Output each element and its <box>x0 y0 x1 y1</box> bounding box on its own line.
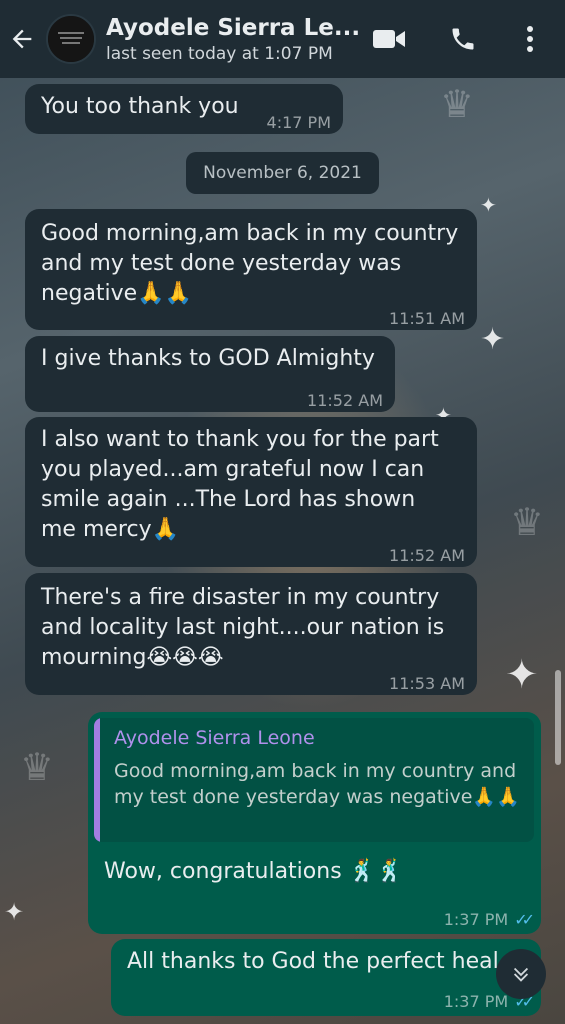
chat-header: Ayodele Sierra Le... last seen today at … <box>0 0 565 78</box>
sparkle-icon: ✦ <box>480 193 497 217</box>
quote-bar <box>94 718 100 842</box>
scrollbar[interactable] <box>555 670 561 765</box>
back-arrow-icon <box>12 29 32 49</box>
crown-icon: ♛ <box>440 82 475 126</box>
last-seen-status: last seen today at 1:07 PM <box>106 43 333 64</box>
message-time: 1:37 PM <box>443 992 509 1011</box>
message-time: 11:53 AM <box>389 674 465 693</box>
message-incoming[interactable]: Good morning,am back in my country and m… <box>25 209 477 330</box>
avatar[interactable] <box>46 14 96 64</box>
scroll-to-bottom-button[interactable] <box>496 949 546 999</box>
message-incoming[interactable]: There's a fire disaster in my country an… <box>25 573 477 695</box>
message-text: All thanks to God the perfect heal <box>127 949 499 974</box>
back-button[interactable] <box>0 0 44 78</box>
quote-text: Good morning,am back in my country and m… <box>114 760 520 808</box>
sparkle-icon: ✦ <box>480 322 506 357</box>
voice-call-icon <box>452 28 474 50</box>
sparkle-icon: ✦ <box>505 652 539 698</box>
message-text: I also want to thank you for the part yo… <box>41 427 439 542</box>
message-time: 1:37 PM <box>443 910 509 929</box>
more-options-button[interactable] <box>512 0 548 78</box>
crown-icon: ♛ <box>20 745 55 789</box>
contact-name: Ayodele Sierra Le... <box>106 14 361 41</box>
contact-info[interactable]: Ayodele Sierra Le... last seen today at … <box>106 15 366 64</box>
message-text: You too thank you <box>41 94 239 119</box>
video-call-button[interactable] <box>366 0 412 78</box>
message-incoming[interactable]: You too thank you 4:17 PM <box>25 84 343 134</box>
avatar-image <box>48 16 94 62</box>
date-divider: November 6, 2021 <box>186 152 379 194</box>
message-time: 11:52 AM <box>389 546 465 565</box>
double-chevron-down-icon <box>513 967 529 982</box>
message-text: I give thanks to GOD Almighty <box>41 346 375 371</box>
more-options-icon <box>527 26 533 52</box>
message-time: 4:17 PM <box>266 113 331 132</box>
message-time: 11:51 AM <box>389 309 465 328</box>
message-text: There's a fire disaster in my country an… <box>41 585 445 670</box>
reply-quote[interactable]: Ayodele Sierra Leone Good morning,am bac… <box>94 718 534 842</box>
read-ticks-icon: ✓✓ <box>514 910 535 929</box>
message-status: 1:37 PM ✓✓ <box>443 905 535 935</box>
crown-icon: ♛ <box>510 500 545 544</box>
voice-call-button[interactable] <box>440 0 486 78</box>
message-text: Wow, congratulations 🕺🕺 <box>104 859 404 884</box>
message-incoming[interactable]: I give thanks to GOD Almighty 11:52 AM <box>25 336 395 412</box>
message-text: Good morning,am back in my country and m… <box>41 221 459 306</box>
message-time: 11:52 AM <box>307 391 383 410</box>
quote-author: Ayodele Sierra Leone <box>114 727 315 749</box>
video-call-icon <box>373 30 405 48</box>
sparkle-icon: ✦ <box>4 898 25 926</box>
message-incoming[interactable]: I also want to thank you for the part yo… <box>25 417 477 567</box>
message-outgoing[interactable]: All thanks to God the perfect heal 1:37 … <box>111 939 541 1016</box>
